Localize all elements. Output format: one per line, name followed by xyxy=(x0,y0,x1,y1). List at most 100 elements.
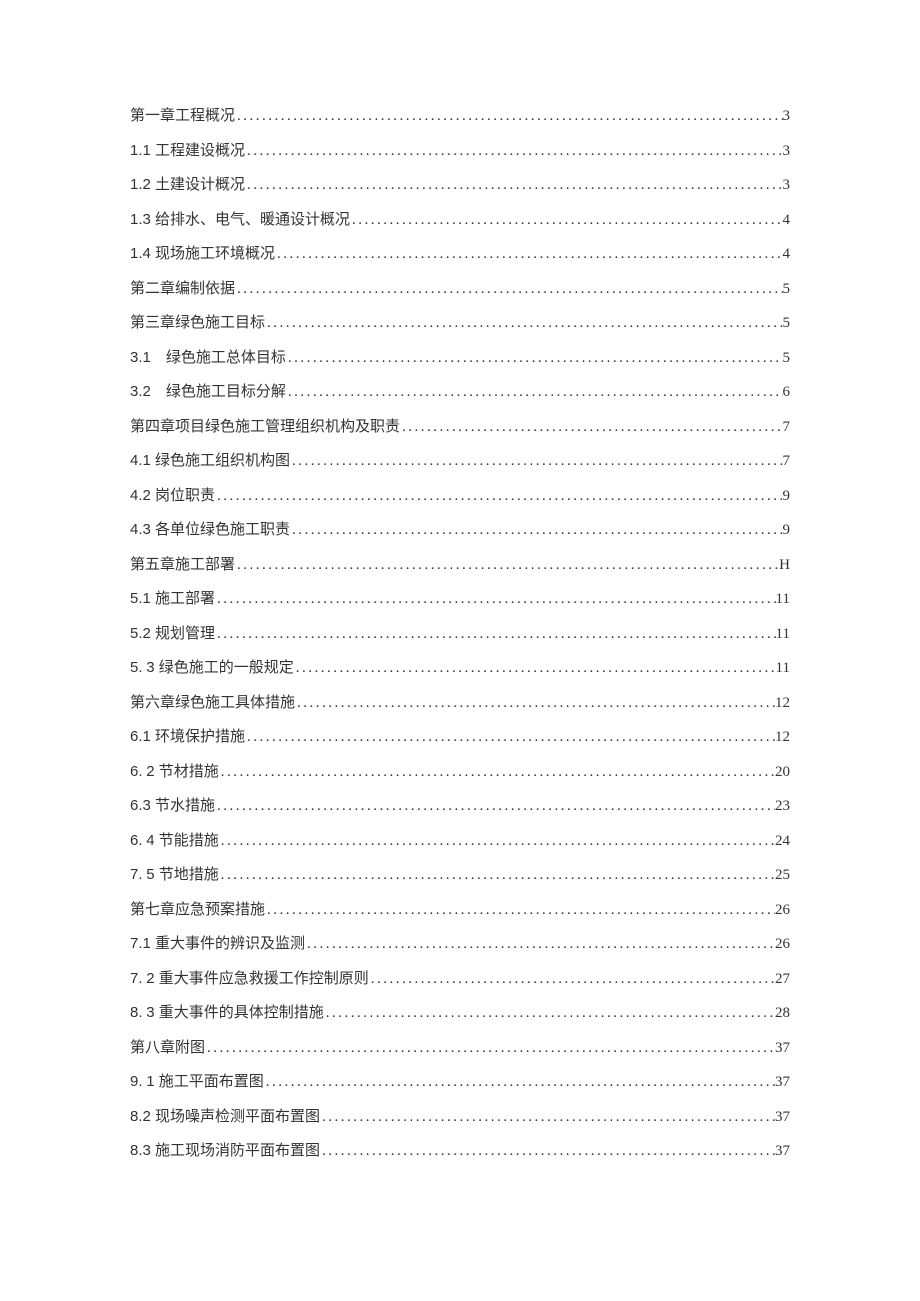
toc-leader-dots xyxy=(369,972,775,987)
toc-entry: 8. 3 重大事件的具体控制措施28 xyxy=(130,1005,790,1040)
toc-leader-dots xyxy=(235,109,782,124)
toc-entry-title: 第六章绿色施工具体措施 xyxy=(130,695,295,710)
toc-leader-dots xyxy=(245,144,782,159)
toc-leader-dots xyxy=(305,937,775,952)
toc-entry-title: 9. 1 施工平面布置图 xyxy=(130,1074,264,1089)
toc-entry: 6. 2 节材措施20 xyxy=(130,764,790,799)
toc-entry: 4.1 绿色施工组织机构图 7 xyxy=(130,453,790,488)
toc-entry-title: 7. 5 节地措施 xyxy=(130,867,219,882)
toc-entry: 3.2 绿色施工目标分解 6 xyxy=(130,384,790,419)
toc-leader-dots xyxy=(286,385,783,400)
toc-entry-title: 第七章应急预案措施 xyxy=(130,902,265,917)
toc-entry: 8.2 现场噪声检测平面布置图37 xyxy=(130,1109,790,1144)
toc-entry-title: 1.3 给排水、电气、暖通设计概况 xyxy=(130,212,350,227)
toc-entry: 1.4 现场施工环境概况 4 xyxy=(130,246,790,281)
toc-entry-title: 第三章绿色施工目标 xyxy=(130,315,265,330)
toc-entry-page: 7 xyxy=(783,454,791,469)
toc-entry: 1.3 给排水、电气、暖通设计概况 4 xyxy=(130,212,790,247)
toc-entry-title: 6.1 环境保护措施 xyxy=(130,729,245,744)
toc-entry-title: 1.4 现场施工环境概况 xyxy=(130,246,275,261)
toc-leader-dots xyxy=(294,661,776,676)
toc-leader-dots xyxy=(235,282,782,297)
toc-entry-title: 1.2 土建设计概况 xyxy=(130,177,245,192)
toc-entry: 1.2 土建设计概况 3 xyxy=(130,177,790,212)
toc-entry-page: 37 xyxy=(775,1110,790,1125)
toc-entry-title: 第一章工程概况 xyxy=(130,108,235,123)
toc-entry: 8.3 施工现场消防平面布置图37 xyxy=(130,1143,790,1178)
toc-entry-title: 4.2 岗位职责 xyxy=(130,488,215,503)
toc-entry-page: 7 xyxy=(783,420,791,435)
toc-entry-title: 8. 3 重大事件的具体控制措施 xyxy=(130,1005,324,1020)
toc-entry-page: 3 xyxy=(783,109,791,124)
toc-entry-title: 6.3 节水措施 xyxy=(130,798,215,813)
toc-entry-page: 11 xyxy=(776,661,790,676)
toc-entry-page: 11 xyxy=(776,592,790,607)
toc-entry-page: 3 xyxy=(783,178,791,193)
toc-entry-page: 37 xyxy=(775,1144,790,1159)
toc-leader-dots xyxy=(219,834,775,849)
toc-leader-dots xyxy=(275,247,782,262)
toc-entry-page: 37 xyxy=(775,1075,790,1090)
toc-leader-dots xyxy=(215,799,775,814)
toc-entry: 7. 5 节地措施 25 xyxy=(130,867,790,902)
toc-entry: 7. 2 重大事件应急救援工作控制原则 27 xyxy=(130,971,790,1006)
toc-entry: 第五章施工部署 H xyxy=(130,557,790,592)
toc-leader-dots xyxy=(265,316,782,331)
toc-entry: 3.1 绿色施工总体目标5 xyxy=(130,350,790,385)
toc-leader-dots xyxy=(295,696,775,711)
toc-entry-page: 11 xyxy=(776,627,790,642)
toc-leader-dots xyxy=(350,213,782,228)
toc-leader-dots xyxy=(245,730,775,745)
toc-entry: 5.1 施工部署 11 xyxy=(130,591,790,626)
toc-leader-dots xyxy=(265,903,775,918)
toc-leader-dots xyxy=(320,1144,775,1159)
toc-leader-dots xyxy=(290,454,782,469)
toc-leader-dots xyxy=(290,523,782,538)
toc-leader-dots xyxy=(219,765,775,780)
toc-entry-title: 第五章施工部署 xyxy=(130,557,235,572)
toc-entry-page: 24 xyxy=(775,834,790,849)
toc-entry-page: 23 xyxy=(775,799,790,814)
toc-entry: 第一章工程概况 3 xyxy=(130,108,790,143)
toc-entry-page: 26 xyxy=(775,937,790,952)
toc-entry-page: H xyxy=(779,558,790,573)
toc-leader-dots xyxy=(320,1110,775,1125)
toc-entry: 第八章附图37 xyxy=(130,1040,790,1075)
toc-leader-dots xyxy=(324,1006,775,1021)
toc-entry-title: 1.1 工程建设概况 xyxy=(130,143,245,158)
toc-leader-dots xyxy=(264,1075,775,1090)
toc-entry-page: 37 xyxy=(775,1041,790,1056)
toc-leader-dots xyxy=(286,351,783,366)
toc-entry: 第二章编制依据5 xyxy=(130,281,790,316)
toc-entry: 4.2 岗位职责 9 xyxy=(130,488,790,523)
toc-entry-page: 5 xyxy=(783,282,791,297)
toc-entry-page: 27 xyxy=(775,972,790,987)
toc-entry-page: 4 xyxy=(783,247,791,262)
toc-entry: 6.3 节水措施 23 xyxy=(130,798,790,833)
toc-entry-title: 6. 4 节能措施 xyxy=(130,833,219,848)
toc-entry-page: 20 xyxy=(775,765,790,780)
toc-entry: 6. 4 节能措施 24 xyxy=(130,833,790,868)
toc-entry: 第七章应急预案措施26 xyxy=(130,902,790,937)
toc-entry-title: 3.2 绿色施工目标分解 xyxy=(130,384,286,399)
toc-entry-page: 4 xyxy=(783,213,791,228)
toc-entry: 第三章绿色施工目标5 xyxy=(130,315,790,350)
toc-entry-title: 5. 3 绿色施工的一般规定 xyxy=(130,660,294,675)
toc-entry: 5. 3 绿色施工的一般规定 11 xyxy=(130,660,790,695)
toc-entry-title: 5.2 规划管理 xyxy=(130,626,215,641)
toc-entry-page: 6 xyxy=(783,385,791,400)
toc-entry-title: 4.1 绿色施工组织机构图 xyxy=(130,453,290,468)
toc-entry: 5.2 规划管理 11 xyxy=(130,626,790,661)
toc-entry-page: 25 xyxy=(775,868,790,883)
toc-entry-page: 9 xyxy=(783,489,791,504)
toc-entry-page: 12 xyxy=(775,730,790,745)
toc-entry-title: 7.1 重大事件的辨识及监测 xyxy=(130,936,305,951)
toc-leader-dots xyxy=(219,868,775,883)
toc-entry: 4.3 各单位绿色施工职责9 xyxy=(130,522,790,557)
toc-entry: 1.1 工程建设概况3 xyxy=(130,143,790,178)
toc-entry-title: 7. 2 重大事件应急救援工作控制原则 xyxy=(130,971,369,986)
toc-entry-title: 第四章项目绿色施工管理组织机构及职责 xyxy=(130,419,400,434)
toc-entry-title: 5.1 施工部署 xyxy=(130,591,215,606)
toc-entry: 9. 1 施工平面布置图 37 xyxy=(130,1074,790,1109)
table-of-contents: 第一章工程概况31.1 工程建设概况31.2 土建设计概况31.3 给排水、电气… xyxy=(130,108,790,1178)
